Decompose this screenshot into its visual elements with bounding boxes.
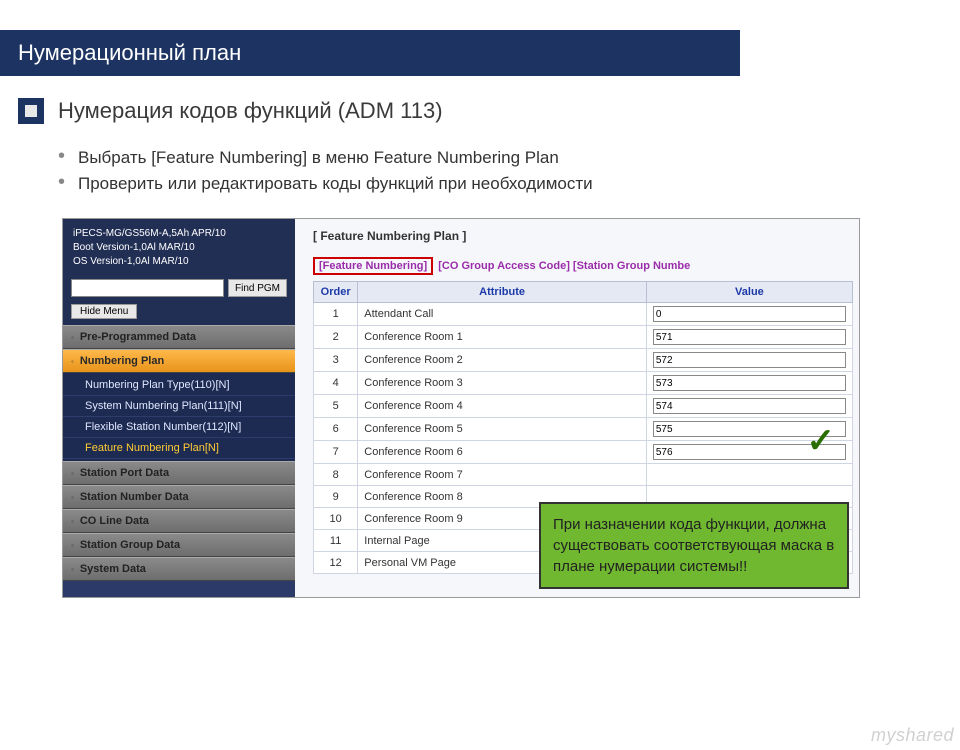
cell-attribute: Conference Room 6 (358, 441, 647, 464)
cell-order: 12 (314, 552, 358, 574)
cell-attribute: Conference Room 2 (358, 349, 647, 372)
cell-attribute: Conference Room 3 (358, 372, 647, 395)
info-line: OS Version-1,0Al MAR/10 (73, 255, 285, 269)
cell-attribute: Conference Room 5 (358, 418, 647, 441)
instruction-list: Выбрать [Feature Numbering] в меню Featu… (78, 148, 960, 194)
table-row: 5Conference Room 4 (314, 395, 853, 418)
subtitle-row: Нумерация кодов функций (ADM 113) (18, 98, 960, 124)
find-pgm-input[interactable] (71, 279, 224, 297)
chevron-icon: ◦ (71, 541, 74, 550)
sidebar-search-row: Find PGM (63, 275, 295, 301)
page-subtitle: Нумерация кодов функций (ADM 113) (58, 98, 443, 124)
cell-attribute: Conference Room 4 (358, 395, 647, 418)
checkmark-icon: ✓ (807, 421, 836, 461)
cell-order: 5 (314, 395, 358, 418)
menu-section-preprogrammed[interactable]: ◦ Pre-Programmed Data (63, 325, 295, 349)
chevron-icon: ◦ (71, 517, 74, 526)
sidebar-info: iPECS-MG/GS56M-A,5Ah APR/10 Boot Version… (63, 219, 295, 275)
cell-order: 11 (314, 530, 358, 552)
table-row: 3Conference Room 2 (314, 349, 853, 372)
menu-section-co-line[interactable]: ◦ CO Line Data (63, 509, 295, 533)
hide-menu-row: Hide Menu (63, 301, 295, 325)
table-row: 2Conference Room 1 (314, 326, 853, 349)
cell-order: 6 (314, 418, 358, 441)
submenu-numbering-plan: Numbering Plan Type(110)[N] System Numbe… (63, 373, 295, 461)
menu-label: System Data (80, 563, 146, 575)
chevron-icon: ◦ (71, 333, 74, 342)
chevron-icon: ◦ (71, 493, 74, 502)
callout-box: При назначении кода функции, должна суще… (539, 502, 849, 589)
cell-order: 7 (314, 441, 358, 464)
cell-order: 9 (314, 486, 358, 508)
page-title-bar: Нумерационный план (0, 30, 740, 76)
sidebar: iPECS-MG/GS56M-A,5Ah APR/10 Boot Version… (63, 219, 295, 597)
table-row: 4Conference Room 3 (314, 372, 853, 395)
value-input[interactable] (653, 352, 846, 368)
menu-label: Station Port Data (80, 467, 169, 479)
menu-label: Numbering Plan (80, 355, 164, 367)
page-title: Нумерационный план (18, 40, 241, 65)
cell-order: 1 (314, 303, 358, 326)
menu-label: Station Number Data (80, 491, 189, 503)
cell-attribute: Conference Room 7 (358, 464, 647, 486)
cell-attribute: Attendant Call (358, 303, 647, 326)
cell-value (646, 464, 852, 486)
tab-feature-numbering[interactable]: [Feature Numbering] (313, 257, 433, 275)
submenu-item[interactable]: System Numbering Plan(111)[N] (63, 396, 295, 417)
chevron-icon: ◦ (71, 469, 74, 478)
submenu-item-active[interactable]: Feature Numbering Plan[N] (63, 438, 295, 459)
col-order: Order (314, 282, 358, 303)
find-pgm-button[interactable]: Find PGM (228, 279, 287, 297)
col-value: Value (646, 282, 852, 303)
menu-section-station-port[interactable]: ◦ Station Port Data (63, 461, 295, 485)
cell-value (646, 395, 852, 418)
menu-section-system-data[interactable]: ◦ System Data (63, 557, 295, 581)
cell-attribute: Conference Room 1 (358, 326, 647, 349)
cell-order: 2 (314, 326, 358, 349)
menu-label: Pre-Programmed Data (80, 331, 196, 343)
instruction-item: Выбрать [Feature Numbering] в меню Featu… (78, 148, 960, 168)
value-input[interactable] (653, 375, 846, 391)
info-line: Boot Version-1,0Al MAR/10 (73, 241, 285, 255)
table-row: 1Attendant Call (314, 303, 853, 326)
hide-menu-button[interactable]: Hide Menu (71, 304, 137, 319)
chevron-icon: ◦ (71, 357, 74, 366)
square-bullet-inner (25, 105, 37, 117)
table-row: 8Conference Room 7 (314, 464, 853, 486)
cell-order: 10 (314, 508, 358, 530)
menu-label: CO Line Data (80, 515, 149, 527)
watermark: myshared (871, 725, 954, 746)
info-line: iPECS-MG/GS56M-A,5Ah APR/10 (73, 227, 285, 241)
value-input[interactable] (653, 398, 846, 414)
cell-value (646, 372, 852, 395)
submenu-item[interactable]: Flexible Station Number(112)[N] (63, 417, 295, 438)
submenu-item[interactable]: Numbering Plan Type(110)[N] (63, 375, 295, 396)
table-row: 6Conference Room 5 (314, 418, 853, 441)
instruction-item: Проверить или редактировать коды функций… (78, 174, 960, 194)
cell-order: 8 (314, 464, 358, 486)
value-input[interactable] (653, 306, 846, 322)
menu-section-station-group[interactable]: ◦ Station Group Data (63, 533, 295, 557)
table-row: 7Conference Room 6 (314, 441, 853, 464)
menu-section-numbering-plan[interactable]: ◦ Numbering Plan (63, 349, 295, 373)
cell-order: 4 (314, 372, 358, 395)
app-screenshot: iPECS-MG/GS56M-A,5Ah APR/10 Boot Version… (62, 218, 860, 598)
cell-order: 3 (314, 349, 358, 372)
chevron-icon: ◦ (71, 565, 74, 574)
cell-value (646, 326, 852, 349)
menu-section-station-number[interactable]: ◦ Station Number Data (63, 485, 295, 509)
square-bullet-icon (18, 98, 44, 124)
tab-rest[interactable]: [CO Group Access Code] [Station Group Nu… (438, 260, 690, 272)
cell-value (646, 303, 852, 326)
callout-text: При назначении кода функции, должна суще… (553, 516, 834, 575)
cell-value (646, 349, 852, 372)
col-attribute: Attribute (358, 282, 647, 303)
content-panel-title: [ Feature Numbering Plan ] (303, 225, 859, 247)
menu-label: Station Group Data (80, 539, 180, 551)
tab-row: [Feature Numbering] [CO Group Access Cod… (313, 257, 849, 275)
content-panel: [ Feature Numbering Plan ] [Feature Numb… (295, 219, 859, 597)
value-input[interactable] (653, 329, 846, 345)
